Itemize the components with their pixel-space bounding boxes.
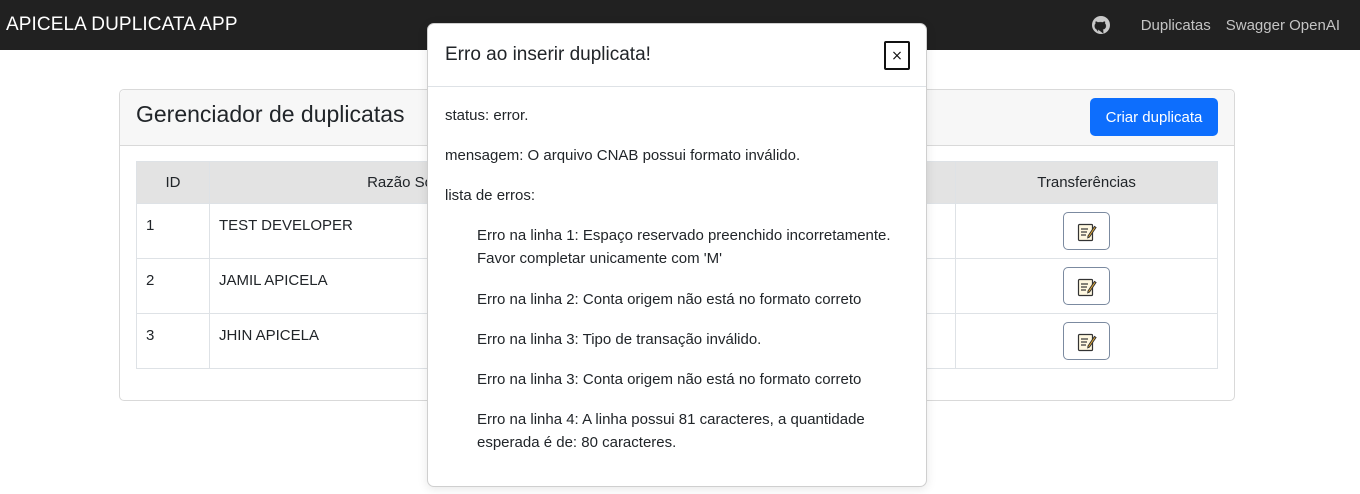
errors-label: lista de erros: — [445, 187, 536, 204]
edit-transfer-button[interactable] — [1063, 212, 1111, 250]
error-modal: Erro ao inserir duplicata! × status: err… — [427, 23, 927, 487]
error-item: Erro na linha 3: Conta origem não está n… — [477, 371, 862, 388]
nav-links: Duplicatas Swagger OpenAI — [1091, 16, 1354, 34]
edit-note-icon — [1077, 333, 1097, 352]
edit-transfer-button[interactable] — [1063, 322, 1111, 360]
github-icon[interactable] — [1091, 16, 1110, 34]
error-item: Erro na linha 1: Espaço reservado preenc… — [477, 227, 891, 267]
cell-id: 2 — [136, 258, 210, 314]
cell-transferencias — [955, 203, 1218, 259]
cell-transferencias — [955, 313, 1218, 369]
modal-title: Erro ao inserir duplicata! — [445, 44, 651, 65]
error-item: Erro na linha 2: Conta origem não está n… — [477, 291, 862, 308]
edit-note-icon — [1077, 223, 1097, 242]
edit-note-icon — [1077, 278, 1097, 297]
status-text: status: error. — [445, 107, 529, 124]
cell-id: 1 — [136, 203, 210, 259]
header-transferencias: Transferências — [955, 161, 1218, 204]
error-item: Erro na linha 4: A linha possui 81 carac… — [477, 411, 865, 451]
cell-id: 3 — [136, 313, 210, 369]
close-button[interactable]: × — [884, 41, 910, 70]
message-text: mensagem: O arquivo CNAB possui formato … — [445, 147, 801, 164]
edit-transfer-button[interactable] — [1063, 267, 1111, 305]
error-item: Erro na linha 3: Tipo de transação invál… — [477, 331, 762, 348]
header-id: ID — [136, 161, 210, 204]
nav-link-swagger[interactable]: Swagger OpenAI — [1226, 17, 1340, 34]
nav-link-duplicatas[interactable]: Duplicatas — [1141, 17, 1211, 34]
cell-transferencias — [955, 258, 1218, 314]
modal-header: Erro ao inserir duplicata! × — [428, 24, 926, 87]
brand-title[interactable]: APICELA DUPLICATA APP — [6, 14, 238, 36]
create-duplicata-button[interactable]: Criar duplicata — [1090, 98, 1218, 136]
card-title: Gerenciador de duplicatas — [136, 101, 405, 127]
